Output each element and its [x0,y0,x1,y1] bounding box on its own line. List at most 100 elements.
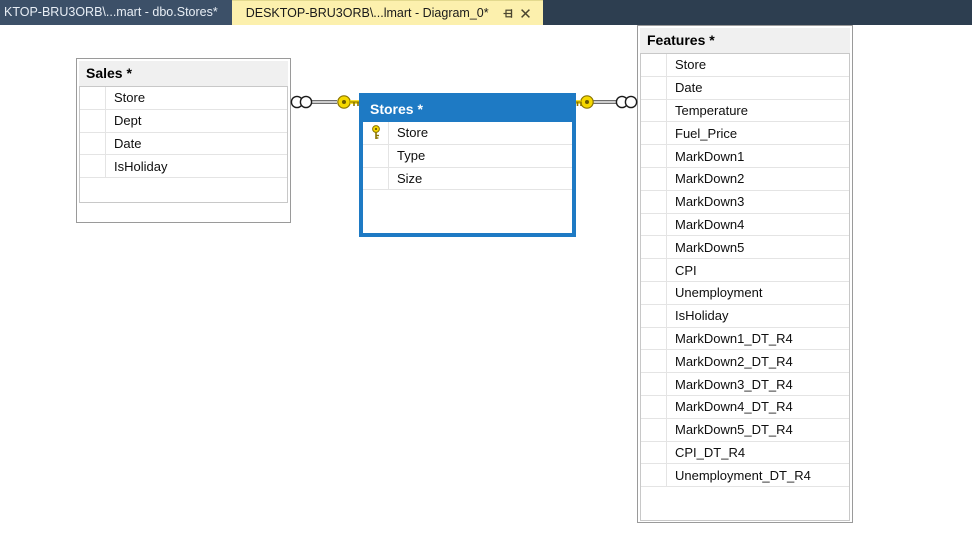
row-gutter [80,132,106,155]
tab-diagram-0[interactable]: DESKTOP-BRU3ORB\...lmart - Diagram_0* [231,0,543,25]
column-name: Unemployment [675,285,763,301]
diagram-canvas[interactable]: Sales * Store Dept Date IsHoliday Stores… [0,25,972,558]
column-name: MarkDown1_DT_R4 [675,330,793,346]
row-gutter [641,213,667,236]
row-gutter [641,441,667,464]
row-gutter [80,155,106,178]
table-row[interactable]: Unemployment [641,281,849,305]
table-features-columns: Store Date Temperature Fuel_Price MarkDo… [640,53,850,522]
table-features-title: Features * [640,28,850,53]
table-row[interactable]: MarkDown4_DT_R4 [641,395,849,419]
row-gutter [641,167,667,190]
column-name: MarkDown2_DT_R4 [675,353,793,369]
row-gutter [80,178,106,202]
row-gutter [641,304,667,327]
table-row[interactable]: MarkDown4 [641,213,849,237]
tab-diagram-0-label: DESKTOP-BRU3ORB\...lmart - Diagram_0* [245,5,489,20]
row-gutter [641,395,667,418]
key-cardinality-icon [337,95,359,109]
table-row[interactable]: Date [80,132,287,156]
tab-icon-group [499,4,535,22]
table-row[interactable]: CPI [641,259,849,282]
row-gutter [641,327,667,350]
column-name: MarkDown3 [675,194,745,210]
table-sales[interactable]: Sales * Store Dept Date IsHoliday [76,58,291,223]
column-name: MarkDown1 [675,148,745,164]
row-gutter [363,190,389,214]
table-row[interactable]: MarkDown1 [641,145,849,168]
table-row[interactable]: Fuel_Price [641,122,849,146]
row-gutter [641,190,667,213]
row-gutter [80,87,106,109]
table-row[interactable]: Store [80,87,287,110]
key-cardinality-icon [576,95,594,109]
table-row[interactable]: MarkDown3 [641,190,849,214]
column-name: Store [114,90,146,106]
table-row[interactable]: Store [363,122,572,145]
table-row-empty[interactable] [641,487,849,520]
row-gutter [641,99,667,122]
column-name: MarkDown3_DT_R4 [675,376,793,392]
column-name: Unemployment_DT_R4 [675,467,811,483]
column-name: Dept [114,113,142,129]
column-name: CPI_DT_R4 [675,444,746,460]
column-name: Fuel_Price [675,125,738,141]
table-row[interactable]: Temperature [641,99,849,123]
row-gutter [363,144,389,167]
row-gutter [641,54,667,76]
pin-icon[interactable] [499,4,517,22]
row-gutter [363,167,389,190]
relationship-stores-features[interactable] [573,89,639,115]
table-row[interactable]: MarkDown1_DT_R4 [641,327,849,351]
table-stores-columns: Store Type Size [363,122,572,215]
close-icon[interactable] [517,4,535,22]
table-row[interactable]: MarkDown5 [641,236,849,260]
row-gutter [641,350,667,373]
table-row[interactable]: MarkDown5_DT_R4 [641,418,849,442]
many-cardinality-icon [615,95,638,109]
row-gutter [641,373,667,395]
tab-dbo-stores-label: KTOP-BRU3ORB\...mart - dbo.Stores* [4,5,218,19]
tab-strip: KTOP-BRU3ORB\...mart - dbo.Stores* DESKT… [0,0,972,25]
row-gutter [641,418,667,441]
column-name: Temperature [675,102,748,118]
table-row[interactable]: MarkDown3_DT_R4 [641,373,849,396]
column-name: MarkDown4 [675,216,745,232]
row-gutter [641,236,667,259]
table-row[interactable]: MarkDown2 [641,167,849,191]
table-row[interactable]: IsHoliday [80,155,287,179]
row-gutter [641,487,667,520]
column-name: Type [397,148,426,164]
table-sales-title: Sales * [79,61,288,86]
table-row-empty[interactable] [80,178,287,202]
row-gutter [641,259,667,281]
row-gutter [641,281,667,304]
table-sales-columns: Store Dept Date IsHoliday [79,86,288,204]
table-row[interactable]: Dept [80,109,287,133]
table-row[interactable]: Store [641,54,849,77]
column-name: IsHoliday [114,158,168,174]
row-gutter [641,76,667,99]
relationship-sales-stores[interactable] [289,89,365,115]
column-name: Size [397,170,423,186]
table-row[interactable]: CPI_DT_R4 [641,441,849,465]
table-row[interactable]: MarkDown2_DT_R4 [641,350,849,374]
table-row[interactable]: Date [641,76,849,100]
table-row[interactable]: IsHoliday [641,304,849,328]
tab-dbo-stores[interactable]: KTOP-BRU3ORB\...mart - dbo.Stores* [0,0,232,25]
many-cardinality-icon [290,95,313,109]
table-row[interactable]: Type [363,144,572,168]
table-stores[interactable]: Stores * Store Type Size [359,93,576,237]
column-name: Store [675,57,707,73]
table-row-empty[interactable] [363,190,572,214]
table-features[interactable]: Features * Store Date Temperature Fuel_P… [637,25,853,523]
column-name: MarkDown2 [675,171,745,187]
column-name: IsHoliday [675,308,729,324]
column-name: Date [675,80,703,96]
table-stores-title: Stores * [363,97,572,122]
table-row[interactable]: Unemployment_DT_R4 [641,464,849,488]
column-name: CPI [675,262,697,278]
column-name: MarkDown5_DT_R4 [675,422,793,438]
row-gutter [641,464,667,487]
table-row[interactable]: Size [363,167,572,191]
